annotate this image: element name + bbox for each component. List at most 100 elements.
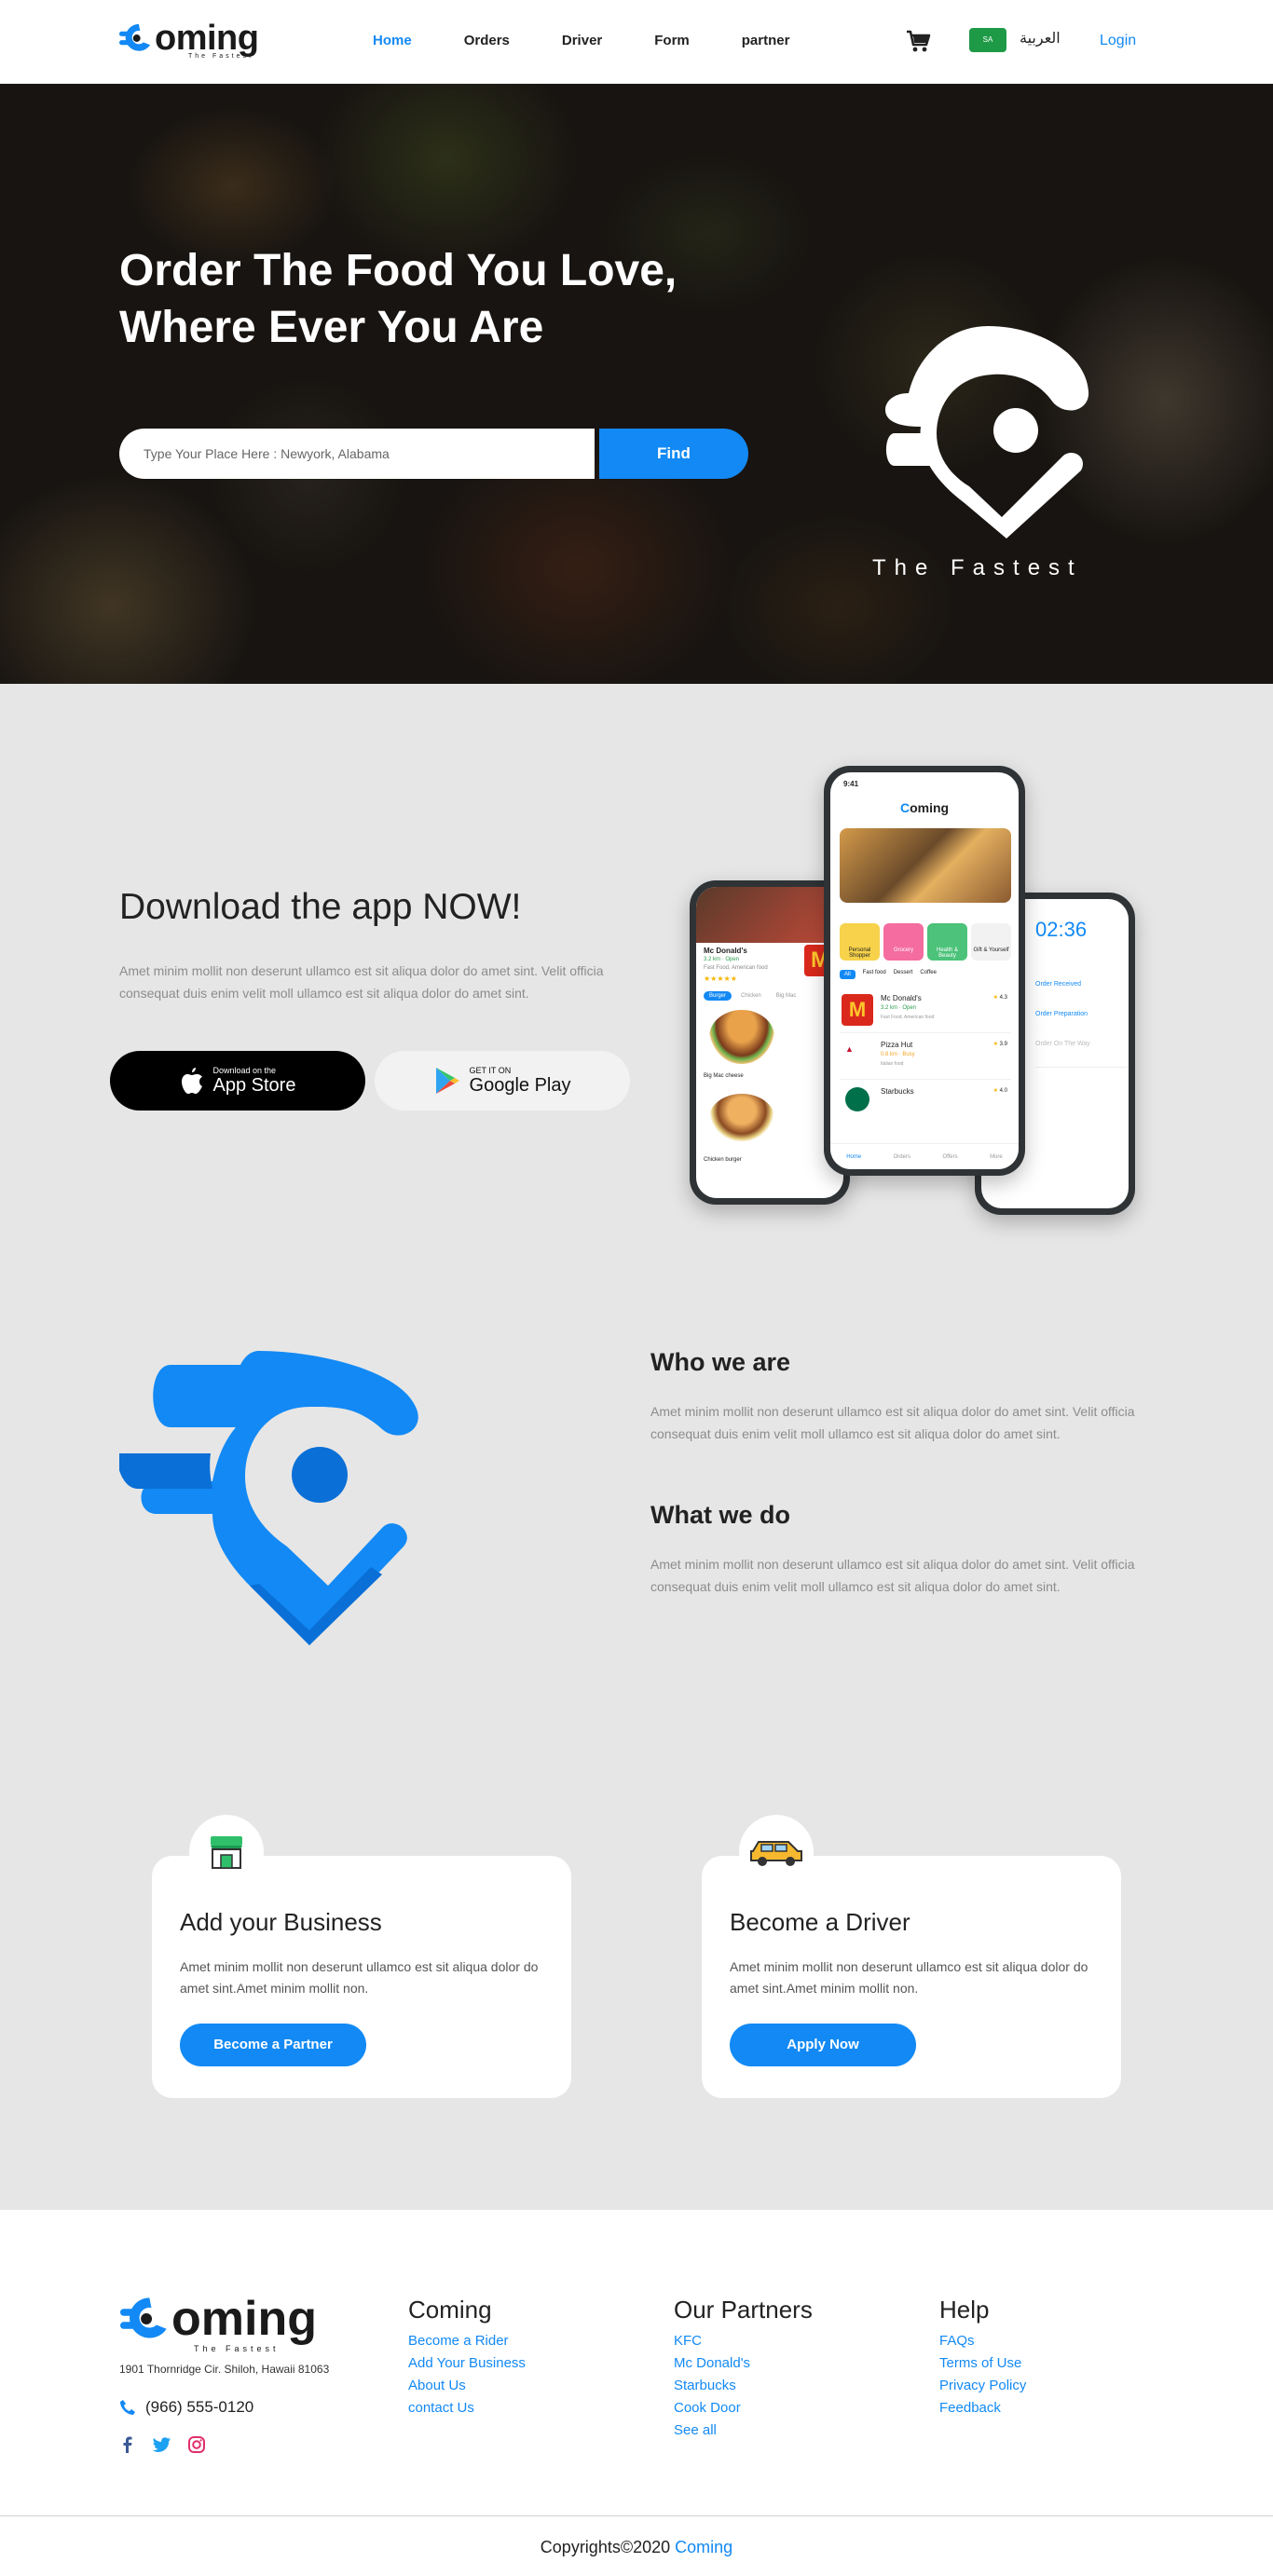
tab-orders[interactable]: Orders xyxy=(894,1154,910,1160)
tab-more[interactable]: More xyxy=(990,1154,1003,1160)
nav-driver[interactable]: Driver xyxy=(562,33,602,48)
footer-link-privacy[interactable]: Privacy Policy xyxy=(939,2375,1026,2397)
step-preparation: Order Preparation xyxy=(1035,1011,1088,1017)
footer-link-terms[interactable]: Terms of Use xyxy=(939,2352,1026,2375)
driver-card-title: Become a Driver xyxy=(730,1908,910,1936)
copyright-text: Copyrights©2020 xyxy=(540,2538,671,2556)
hero-tagline: The Fastest xyxy=(872,555,1083,580)
restaurant-sub: Fast Food, American food xyxy=(704,965,768,971)
restaurant-rating: ★ 4.3 xyxy=(992,995,1007,1001)
divider xyxy=(1035,1067,1129,1068)
brand-name: oming xyxy=(155,19,259,58)
appstore-small-text: Download on the xyxy=(212,1066,277,1075)
filter-coffee[interactable]: Coffee xyxy=(920,970,937,979)
promo-banner-image[interactable] xyxy=(840,828,1011,903)
hero-section: Order The Food You Love, Where Ever You … xyxy=(0,84,1273,684)
item-name-1: Big Mac cheese xyxy=(704,1073,744,1079)
brand-logo[interactable]: oming The Fastest xyxy=(119,19,259,60)
footer-logo[interactable]: oming The Fastest xyxy=(119,2294,317,2353)
footer-col-title: Help xyxy=(939,2296,990,2324)
tab-offers[interactable]: Offers xyxy=(942,1154,957,1160)
who-we-are-text: Amet minim mollit non deserunt ullamco e… xyxy=(650,1404,1135,1441)
footer-link-kfc[interactable]: KFC xyxy=(674,2330,813,2352)
language-switch[interactable]: العربية xyxy=(1020,29,1061,47)
top-navbar: oming The Fastest Home Orders Driver For… xyxy=(0,0,1273,84)
footer-link-see-all[interactable]: See all xyxy=(674,2419,813,2442)
business-card-text: Amet minim mollit non deserunt ullamco e… xyxy=(180,1959,539,1996)
search-placeholder: Type Your Place Here : Newyork, Alabama xyxy=(144,446,390,461)
restaurant-name: Starbucks xyxy=(881,1087,914,1096)
phone-mockup-home: 9:41 Coming Personal Shopper Grocery Hea… xyxy=(824,766,1025,1176)
chip-burger[interactable]: Burger xyxy=(704,991,732,1001)
twitter-icon[interactable] xyxy=(153,2436,171,2453)
who-we-are-title: Who we are xyxy=(650,1348,791,1376)
category-gift[interactable]: Gift & Yourself xyxy=(971,923,1011,961)
item-name-2: Chicken burger xyxy=(704,1157,742,1163)
logo-icon xyxy=(119,23,151,51)
cart-icon[interactable] xyxy=(906,29,932,53)
bottom-tab-bar: Home Orders Offers More xyxy=(830,1143,1019,1169)
instagram-icon[interactable] xyxy=(188,2436,205,2453)
restaurant-name: Mc Donald's xyxy=(704,947,747,955)
restaurant-row-pizzahut[interactable]: ▲ Pizza Hut 0.8 km · Busy Italian food ★… xyxy=(840,1035,1011,1080)
rating-stars: ★★★★★ xyxy=(704,975,737,983)
restaurant-name: Pizza Hut xyxy=(881,1041,913,1049)
tab-home[interactable]: Home xyxy=(846,1154,861,1160)
app-header-logo: Coming xyxy=(899,800,950,815)
become-partner-button[interactable]: Become a Partner xyxy=(180,2024,366,2066)
chip-bigmac[interactable]: Big Mac xyxy=(771,991,802,1001)
category-personal-shopper[interactable]: Personal Shopper xyxy=(840,923,880,961)
nav-form[interactable]: Form xyxy=(654,33,690,48)
brand-tagline: The Fastest xyxy=(188,53,253,60)
footer-brand-name: oming xyxy=(171,2292,317,2346)
facebook-icon[interactable] xyxy=(119,2436,136,2453)
footer-link-faqs[interactable]: FAQs xyxy=(939,2330,1026,2352)
restaurant-rating: ★ 4.0 xyxy=(992,1088,1007,1094)
category-tiles: Personal Shopper Grocery Health & Beauty… xyxy=(840,923,1011,961)
footer-link-contact-us[interactable]: contact Us xyxy=(408,2397,526,2419)
category-grocery[interactable]: Grocery xyxy=(883,923,924,961)
footer-col-help: Help FAQs Terms of Use Privacy Policy Fe… xyxy=(939,2296,1026,2419)
restaurant-meta: 0.8 km · Busy xyxy=(881,1052,915,1057)
place-search-input[interactable]: Type Your Place Here : Newyork, Alabama xyxy=(119,429,595,479)
footer-link-about-us[interactable]: About Us xyxy=(408,2375,526,2397)
saudi-flag-icon[interactable]: SA xyxy=(969,28,1006,52)
copyright-brand-link[interactable]: Coming xyxy=(675,2538,732,2556)
chip-chicken[interactable]: Chicken xyxy=(735,991,767,1001)
footer-divider xyxy=(0,2515,1273,2516)
phone-icon xyxy=(120,2400,135,2415)
find-button[interactable]: Find xyxy=(599,429,748,479)
apply-now-button[interactable]: Apply Now xyxy=(730,2024,916,2066)
filter-dessert[interactable]: Dessert xyxy=(894,970,913,979)
restaurant-row-starbucks[interactable]: Starbucks ★ 4.0 xyxy=(840,1082,1011,1119)
restaurant-banner xyxy=(696,887,843,943)
filter-all[interactable]: All xyxy=(840,970,856,979)
nav-orders[interactable]: Orders xyxy=(464,33,510,48)
burger-image xyxy=(709,1010,774,1064)
nav-partner[interactable]: partner xyxy=(742,33,790,48)
filter-fast-food[interactable]: Fast food xyxy=(863,970,886,979)
footer-link-feedback[interactable]: Feedback xyxy=(939,2397,1026,2419)
login-link[interactable]: Login xyxy=(1100,33,1136,49)
restaurant-meta: 3.2 km · Open xyxy=(881,1005,917,1011)
footer-phone-number: (966) 555-0120 xyxy=(145,2398,254,2416)
footer-phone[interactable]: (966) 555-0120 xyxy=(119,2398,253,2417)
social-links xyxy=(119,2436,205,2453)
menu-chips: Burger Chicken Big Mac xyxy=(704,991,801,1001)
what-we-do-text: Amet minim mollit non deserunt ullamco e… xyxy=(650,1557,1135,1594)
car-icon xyxy=(739,1815,814,1889)
footer-link-starbucks[interactable]: Starbucks xyxy=(674,2375,813,2397)
what-we-do-title: What we do xyxy=(650,1501,790,1529)
footer-link-mcdonalds[interactable]: Mc Donald's xyxy=(674,2352,813,2375)
footer-link-add-business[interactable]: Add Your Business xyxy=(408,2352,526,2375)
google-play-button[interactable]: GET IT ON Google Play xyxy=(375,1051,630,1111)
footer-link-cook-door[interactable]: Cook Door xyxy=(674,2397,813,2419)
footer-link-become-rider[interactable]: Become a Rider xyxy=(408,2330,526,2352)
footer-col-partners: Our Partners KFC Mc Donald's Starbucks C… xyxy=(674,2296,813,2442)
nav-home[interactable]: Home xyxy=(373,33,412,48)
business-card: Add your Business Amet minim mollit non … xyxy=(152,1815,571,2098)
category-health-beauty[interactable]: Health & Beauty xyxy=(927,923,967,961)
chicken-burger-image xyxy=(709,1094,774,1142)
restaurant-row-mcdonalds[interactable]: M Mc Donald's 3.2 km · Open Fast Food, A… xyxy=(840,988,1011,1033)
app-store-button[interactable]: Download on the App Store xyxy=(110,1051,365,1111)
